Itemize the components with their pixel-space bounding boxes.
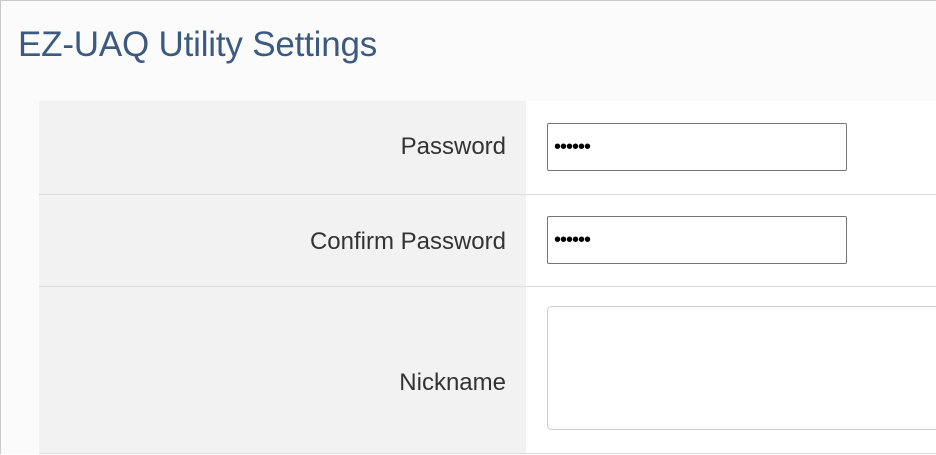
- password-input[interactable]: [547, 123, 847, 171]
- page-title: EZ-UAQ Utility Settings: [18, 25, 378, 64]
- nickname-label: Nickname: [399, 369, 506, 396]
- password-value-cell: [526, 101, 936, 194]
- confirm-password-value-cell: [526, 195, 936, 286]
- nickname-row: Nickname: [39, 287, 936, 454]
- password-label-cell: Password: [39, 101, 526, 194]
- confirm-password-input[interactable]: [547, 216, 847, 264]
- nickname-label-cell: Nickname: [39, 287, 526, 453]
- confirm-password-label: Confirm Password: [309, 228, 506, 255]
- confirm-password-label-cell: Confirm Password: [39, 195, 526, 286]
- password-label: Password: [400, 133, 506, 160]
- nickname-textarea[interactable]: [547, 306, 936, 430]
- nickname-value-cell: [526, 287, 936, 453]
- settings-form: Password Confirm Password Nickname: [39, 101, 936, 455]
- confirm-password-row: Confirm Password: [39, 195, 936, 287]
- settings-panel: EZ-UAQ Utility Settings Password Confirm…: [0, 0, 936, 454]
- password-row: Password: [39, 101, 936, 195]
